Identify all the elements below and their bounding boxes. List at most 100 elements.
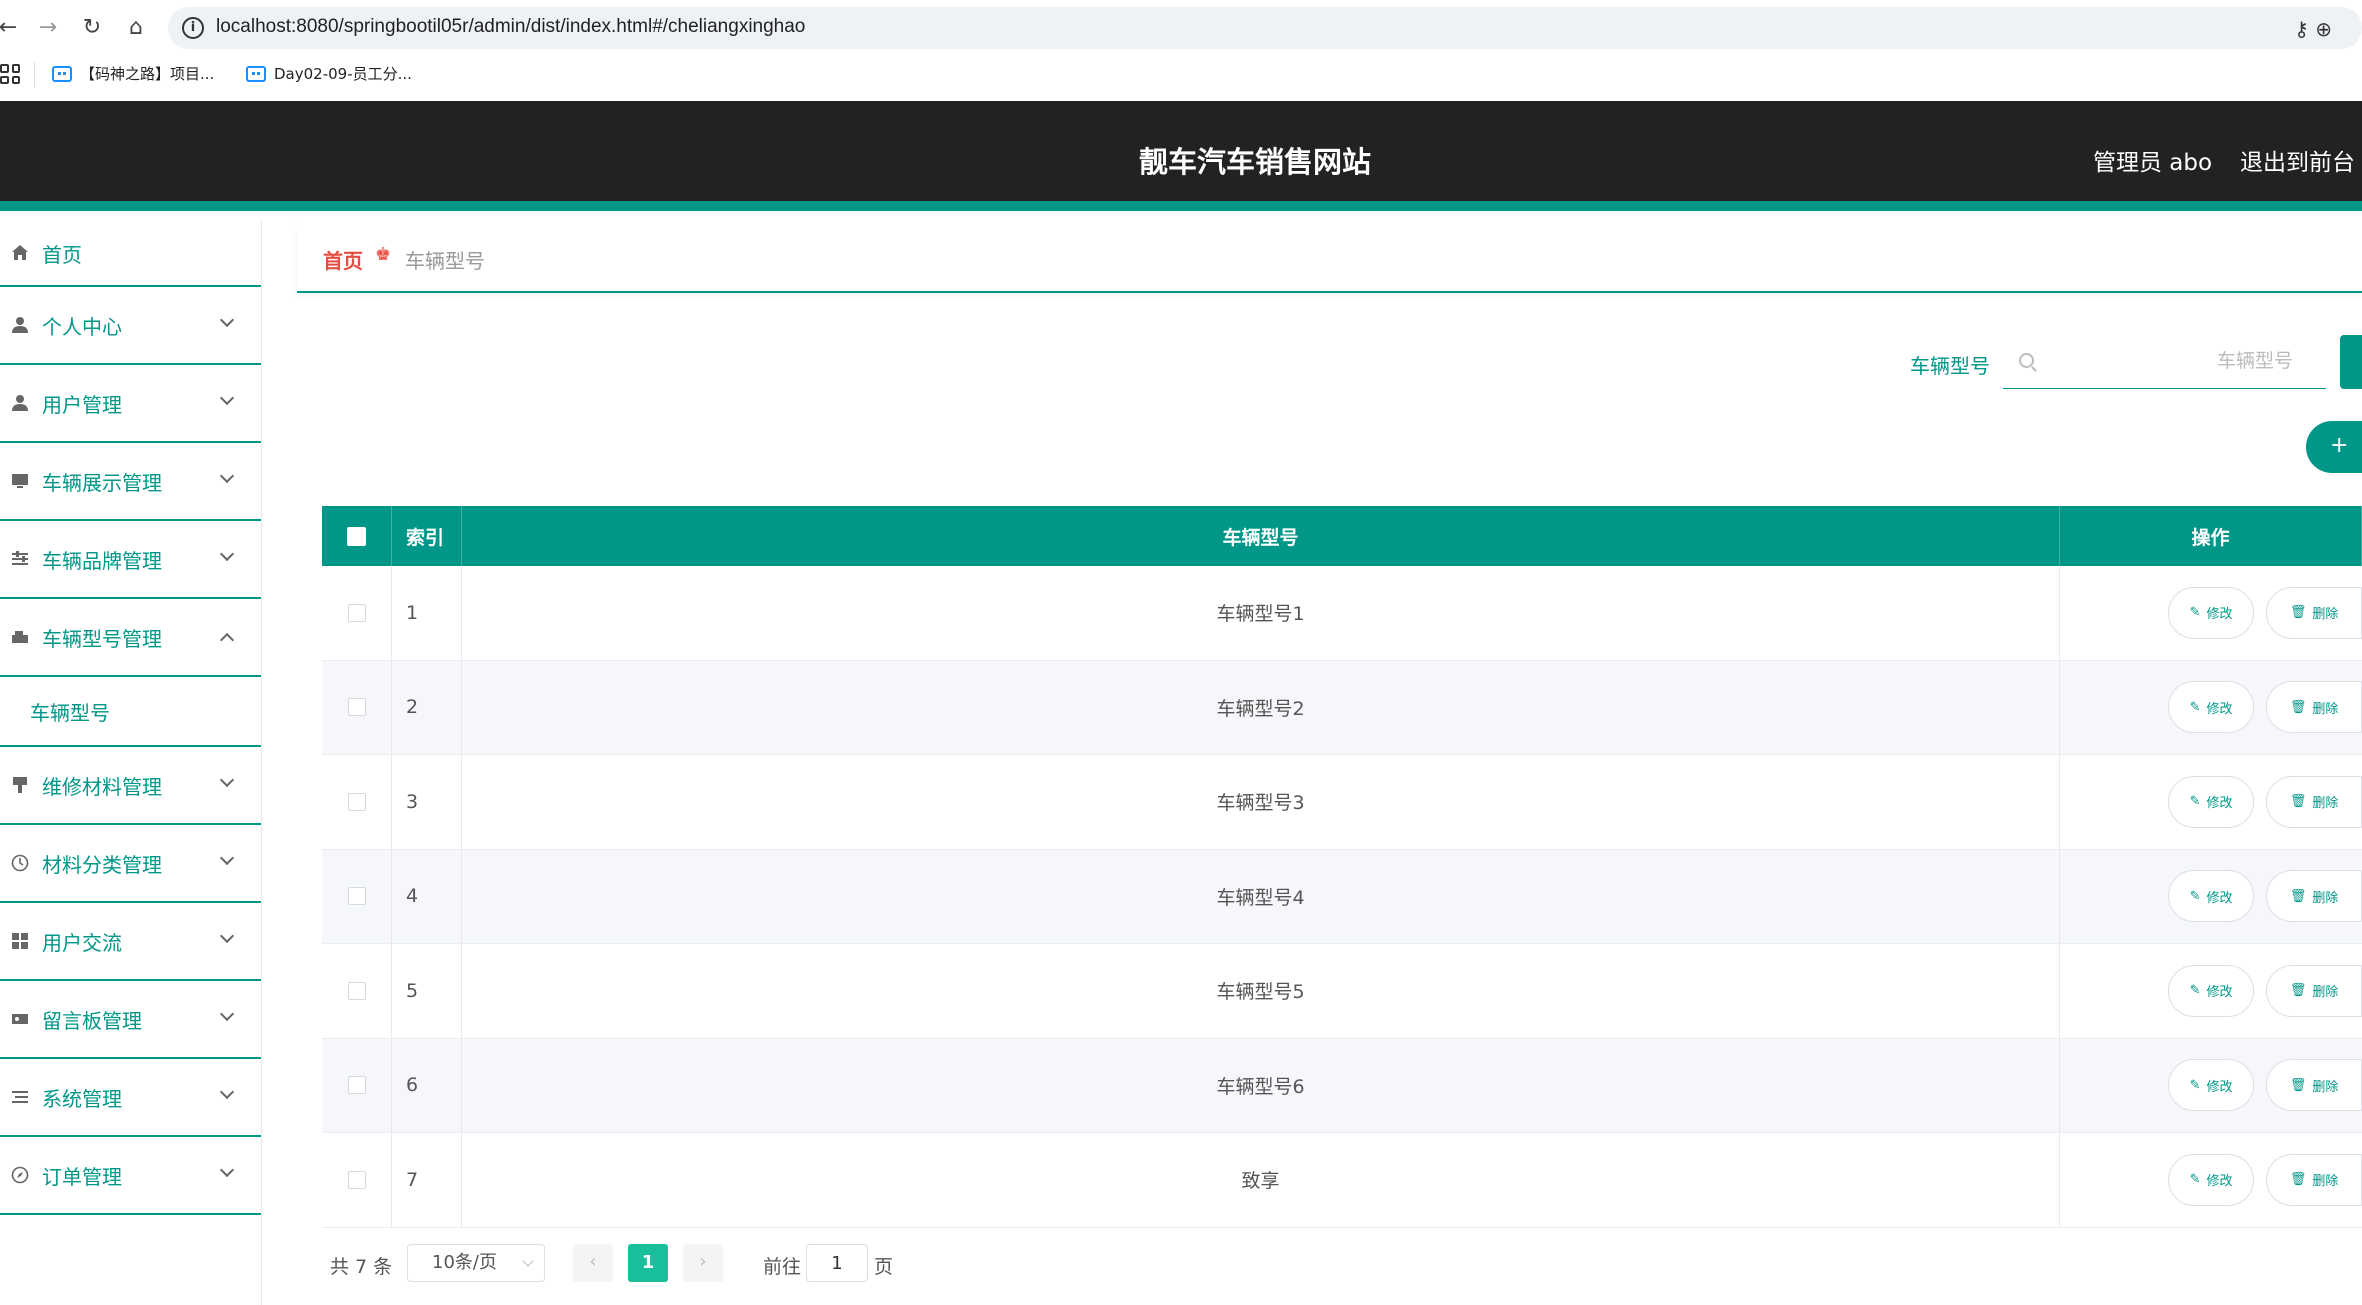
delete-label: 删除 <box>2312 1174 2339 1190</box>
delete-button[interactable]: 🗑 删除 <box>2266 775 2362 828</box>
row-checkbox[interactable] <box>347 1076 366 1095</box>
edit-button[interactable]: ✎ 修改 <box>2168 586 2255 639</box>
row-checkbox[interactable] <box>347 603 366 622</box>
page-number-current[interactable]: 1 <box>628 1244 668 1282</box>
edit-button[interactable]: ✎ 修改 <box>2168 1153 2255 1206</box>
row-model: 车辆型号2 <box>462 660 2060 754</box>
home-icon[interactable]: ⌂ <box>122 14 150 42</box>
sidebar-subitem-label: 车辆型号 <box>30 700 110 725</box>
bookmark-item[interactable]: Day02-09-员工分... <box>246 63 412 84</box>
edit-button[interactable]: ✎ 修改 <box>2168 681 2255 734</box>
sidebar-item-orders[interactable]: 订单管理 <box>0 1137 261 1215</box>
address-bar[interactable]: i localhost:8080/springbootil05r/admin/d… <box>168 7 2362 49</box>
search-icon <box>2019 353 2034 368</box>
row-model: 车辆型号1 <box>462 566 2060 660</box>
sidebar-item-label: 维修材料管理 <box>42 774 162 799</box>
row-checkbox[interactable] <box>347 792 366 811</box>
row-model: 车辆型号6 <box>462 1038 2060 1132</box>
bookmark-label: 【码神之路】项目... <box>80 65 215 83</box>
breadcrumb-home[interactable]: 首页 <box>323 245 363 274</box>
edit-icon: ✎ <box>2189 888 2201 904</box>
delete-button[interactable]: 🗑 删除 <box>2266 964 2362 1017</box>
delete-label: 删除 <box>2312 890 2339 906</box>
edit-button[interactable]: ✎ 修改 <box>2168 775 2255 828</box>
app-header: 靓车汽车销售网站 管理员 abo 退出到前台 <box>0 101 2362 211</box>
delete-button[interactable]: 🗑 删除 <box>2266 1059 2362 1112</box>
pagination-total: 共 7 条 <box>330 1256 393 1278</box>
site-info-icon[interactable]: i <box>182 17 204 39</box>
sidebar-item-material-category[interactable]: 材料分类管理 <box>0 825 261 903</box>
browser-chrome: ← → ↻ ⌂ i localhost:8080/springbootil05r… <box>0 0 2362 100</box>
table-row: 6 车辆型号6 ✎ 修改 🗑 删除 <box>322 1038 2362 1133</box>
edit-button[interactable]: ✎ 修改 <box>2168 1059 2255 1112</box>
sidebar-item-label: 车辆展示管理 <box>42 470 162 495</box>
select-all-checkbox[interactable] <box>347 526 366 546</box>
edit-label: 修改 <box>2206 796 2233 812</box>
row-checkbox[interactable] <box>347 1170 366 1189</box>
trash-icon: 🗑 <box>2289 983 2307 999</box>
row-checkbox[interactable] <box>347 887 366 906</box>
bookmarks-bar: 【码神之路】项目... Day02-09-员工分... <box>0 58 2362 94</box>
prev-page-button[interactable]: ‹ <box>573 1244 613 1282</box>
sidebar-item-label: 系统管理 <box>42 1086 122 1111</box>
edit-icon: ✎ <box>2189 699 2201 715</box>
sidebar-item-vehicle-display[interactable]: 车辆展示管理 <box>0 443 261 521</box>
row-index: 3 <box>392 755 462 849</box>
row-select-cell <box>322 849 392 943</box>
logout-link[interactable]: 退出到前台 <box>2240 143 2355 177</box>
row-select-cell <box>322 1038 392 1132</box>
sidebar-item-home[interactable]: 首页 <box>0 221 261 287</box>
sidebar-item-message-board[interactable]: 留言板管理 <box>0 981 261 1059</box>
edit-label: 修改 <box>2206 1079 2233 1095</box>
apps-grid-icon[interactable] <box>0 64 20 84</box>
address-url[interactable]: localhost:8080/springbootil05r/admin/dis… <box>216 16 805 38</box>
reload-icon[interactable]: ↻ <box>78 14 106 42</box>
sidebar-item-repair-material[interactable]: 维修材料管理 <box>0 747 261 825</box>
table-body: 1 车辆型号1 ✎ 修改 🗑 删除 2 车辆型号2 ✎ 修改 🗑 删除 3 车辆型号3 ✎ 修改 🗑 删除 4 车辆型… <box>322 566 2362 1228</box>
forward-icon[interactable]: → <box>34 14 62 42</box>
chevron-down-icon <box>219 1006 235 1022</box>
chevron-down-icon <box>219 1084 235 1100</box>
table-row: 3 车辆型号3 ✎ 修改 🗑 删除 <box>322 755 2362 850</box>
breadcrumb-separator-icon: ♚ <box>375 244 392 265</box>
delete-button[interactable]: 🗑 删除 <box>2266 870 2362 923</box>
sidebar-item-label: 订单管理 <box>42 1164 122 1189</box>
row-checkbox[interactable] <box>347 698 366 717</box>
edit-button[interactable]: ✎ 修改 <box>2168 964 2255 1017</box>
sidebar-item-users[interactable]: 用户管理 <box>0 365 261 443</box>
sidebar-item-system[interactable]: 系统管理 <box>0 1059 261 1137</box>
chevron-down-icon <box>219 546 235 562</box>
sidebar-item-personal[interactable]: 个人中心 <box>0 287 261 365</box>
chevron-down-icon <box>219 772 235 788</box>
row-actions: ✎ 修改 🗑 删除 <box>2060 661 2362 755</box>
search-input[interactable] <box>2053 345 2293 377</box>
row-index: 1 <box>392 566 462 660</box>
row-select-cell <box>322 1133 392 1227</box>
ticket-icon <box>10 1009 30 1029</box>
sidebar-subitem-vehicle-model[interactable]: 车辆型号 <box>0 677 261 747</box>
edit-icon: ✎ <box>2189 1077 2201 1093</box>
password-key-icon[interactable]: ⚷ ⊕ <box>2294 17 2332 41</box>
sidebar-item-vehicle-brand[interactable]: 车辆品牌管理 <box>0 521 261 599</box>
row-actions: ✎ 修改 🗑 删除 <box>2060 566 2362 660</box>
chevron-down-icon <box>219 390 235 406</box>
search-button[interactable] <box>2340 335 2362 389</box>
page-size-select[interactable]: 10条/页 <box>407 1244 545 1282</box>
edit-button[interactable]: ✎ 修改 <box>2168 870 2255 923</box>
delete-button[interactable]: 🗑 删除 <box>2266 681 2362 734</box>
sidebar-item-vehicle-model[interactable]: 车辆型号管理 <box>0 599 261 677</box>
sidebar-item-user-exchange[interactable]: 用户交流 <box>0 903 261 981</box>
goto-page-input[interactable] <box>806 1244 868 1282</box>
next-page-button[interactable]: › <box>683 1244 723 1282</box>
delete-button[interactable]: 🗑 删除 <box>2266 1153 2362 1206</box>
delete-button[interactable]: 🗑 删除 <box>2266 586 2362 639</box>
row-checkbox[interactable] <box>347 981 366 1000</box>
bookmark-item[interactable]: 【码神之路】项目... <box>52 63 214 84</box>
back-icon[interactable]: ← <box>0 14 22 42</box>
row-index: 6 <box>392 1038 462 1132</box>
table-row: 7 致享 ✎ 修改 🗑 删除 <box>322 1133 2362 1228</box>
add-button[interactable]: + <box>2306 421 2362 473</box>
delete-label: 删除 <box>2312 701 2339 717</box>
delete-label: 删除 <box>2312 1079 2339 1095</box>
table-row: 4 车辆型号4 ✎ 修改 🗑 删除 <box>322 849 2362 944</box>
